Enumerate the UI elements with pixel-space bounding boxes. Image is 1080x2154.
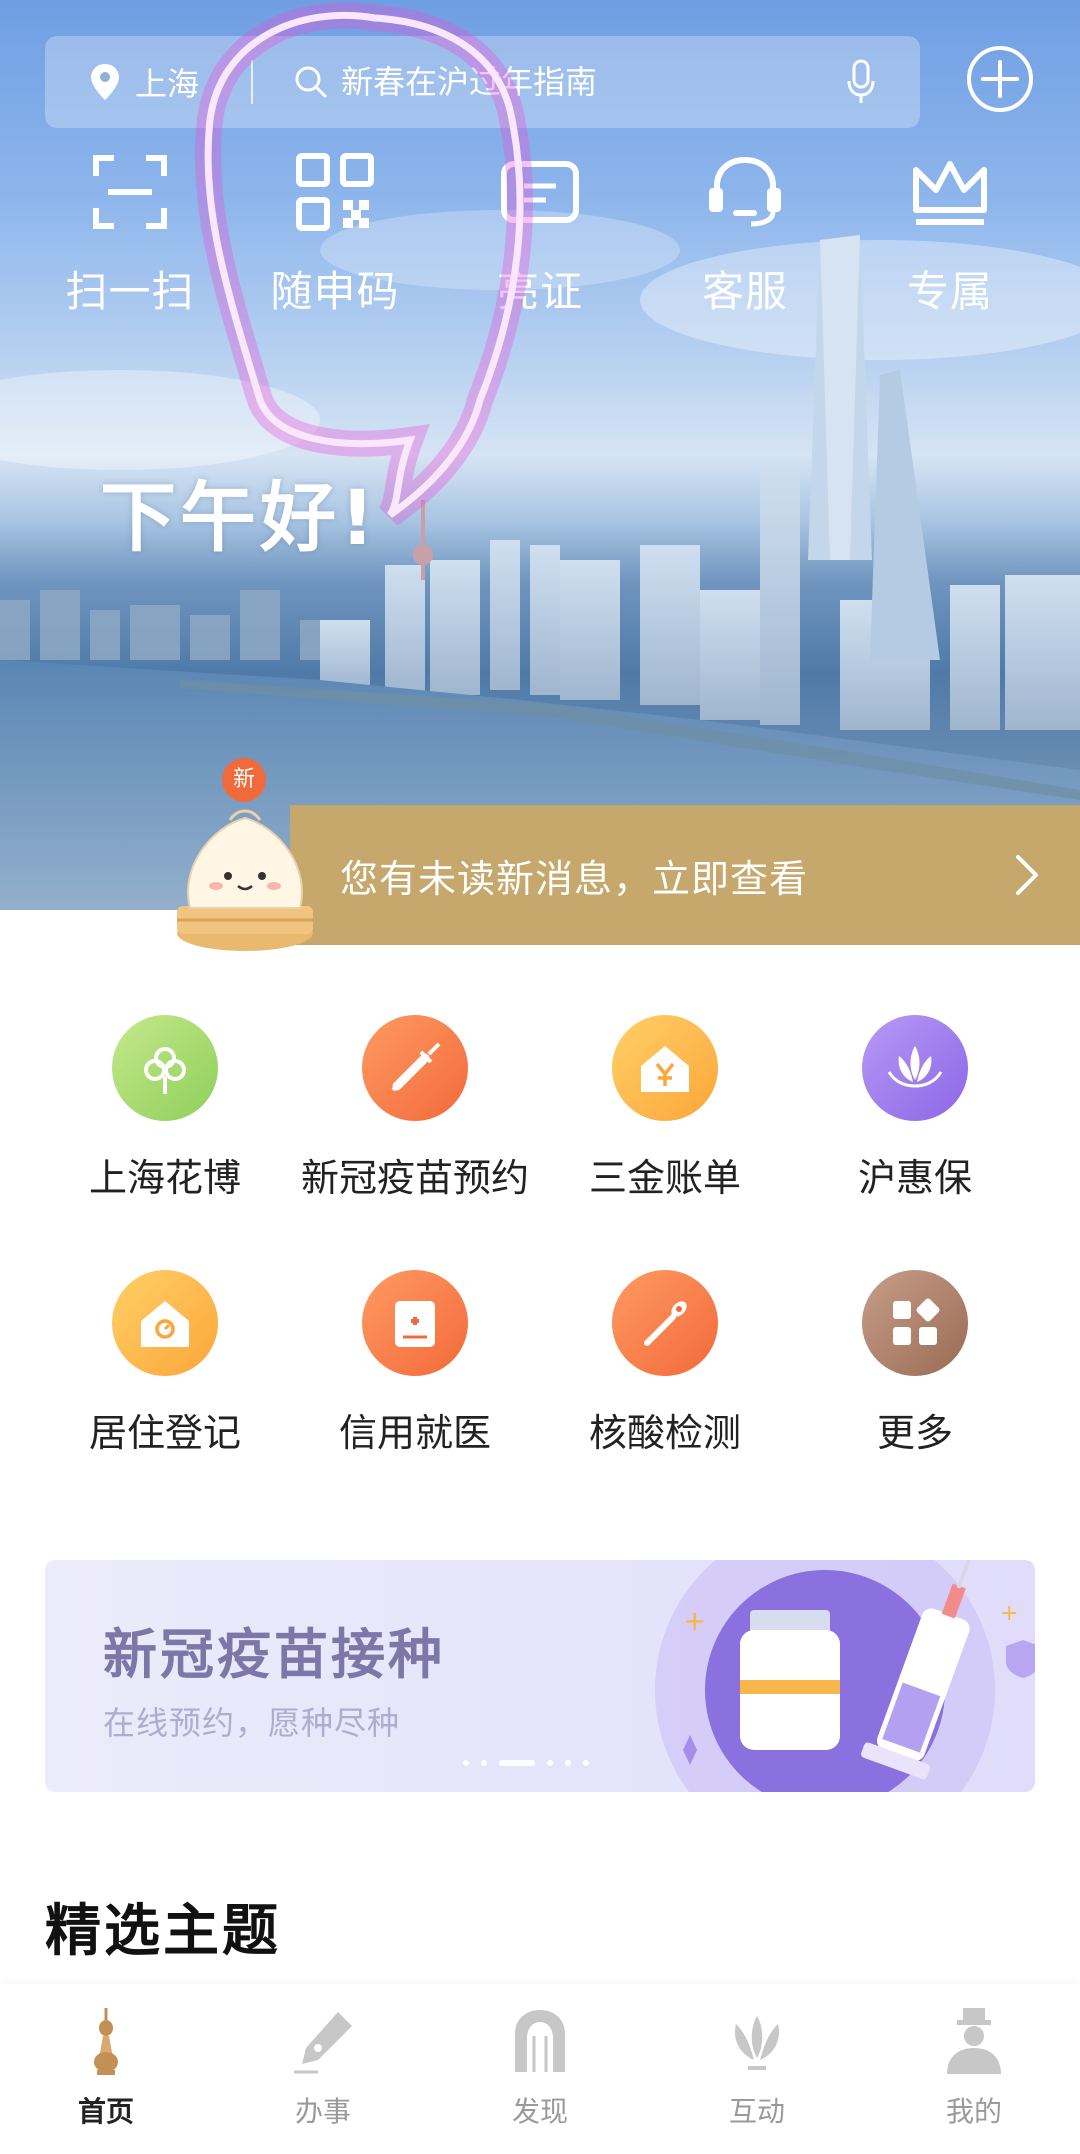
service-label: 新冠疫苗预约 <box>300 1156 529 1200</box>
service-huhuibao[interactable]: 沪惠保 <box>780 1015 1050 1202</box>
service-more[interactable]: 更多 <box>780 1270 1050 1457</box>
promo-subtitle: 在线预约，愿种尽种 <box>103 1704 401 1742</box>
quick-action-qr-code[interactable]: 随申码 <box>255 150 415 319</box>
nav-home[interactable]: 首页 <box>26 2006 186 2130</box>
crown-icon <box>913 161 987 225</box>
bottom-navigation: 首页 办事 发现 互动 我的 <box>0 1984 1080 2154</box>
nav-label: 我的 <box>945 2095 1002 2128</box>
id-card-icon <box>501 161 579 223</box>
service-icon-circle <box>612 1270 718 1376</box>
search-icon <box>295 66 327 98</box>
service-label: 核酸检测 <box>588 1411 741 1455</box>
vaccine-promo-banner[interactable]: 新冠疫苗接种 在线预约，愿种尽种 + + <box>45 1560 1035 1792</box>
search-divider <box>251 60 254 104</box>
quick-action-label: 随申码 <box>270 267 400 316</box>
home-tower-icon <box>94 2008 118 2075</box>
service-flower-expo[interactable]: 上海花博 <box>30 1015 300 1202</box>
nav-label: 办事 <box>294 2095 351 2128</box>
service-residence-registration[interactable]: 居住登记 <box>30 1270 300 1457</box>
city-skyline-image <box>0 210 1080 910</box>
hero-banner: 上海 扫一扫 <box>0 0 1080 910</box>
carousel-dots[interactable] <box>463 1760 589 1766</box>
service-icon-circle <box>362 1015 468 1121</box>
service-label: 信用就医 <box>338 1411 491 1455</box>
svg-text:+: + <box>683 1604 706 1637</box>
swab-test-icon <box>644 1301 687 1346</box>
quick-action-show-id[interactable]: 亮证 <box>460 150 620 319</box>
service-icon-circle <box>112 1270 218 1376</box>
pen-icon <box>294 2012 352 2074</box>
plus-icon[interactable] <box>965 44 1035 114</box>
carousel-dot[interactable] <box>481 1760 487 1766</box>
new-badge: 新 <box>222 758 266 802</box>
carousel-dot[interactable] <box>463 1760 469 1766</box>
quick-action-label: 亮证 <box>496 267 583 316</box>
nav-discover[interactable]: 发现 <box>460 2006 620 2130</box>
service-three-funds-bill[interactable]: 三金账单 <box>530 1015 800 1202</box>
location-pin-icon[interactable] <box>87 62 123 102</box>
flower-expo-icon <box>144 1047 186 1094</box>
service-icon-circle <box>612 1015 718 1121</box>
carousel-dot[interactable] <box>547 1760 553 1766</box>
carousel-dot[interactable] <box>565 1760 571 1766</box>
greeting-text: 下午好! <box>100 473 379 562</box>
scan-icon <box>93 155 167 229</box>
service-icon-circle <box>862 1015 968 1121</box>
search-bar[interactable]: 上海 <box>45 36 920 128</box>
interact-lotus-icon <box>734 2016 780 2070</box>
more-grid-icon <box>893 1298 940 1345</box>
medical-card-icon <box>395 1301 435 1347</box>
quick-action-label: 专属 <box>906 267 993 316</box>
nav-interact[interactable]: 互动 <box>677 2006 837 2130</box>
promo-title: 新冠疫苗接种 <box>103 1623 445 1686</box>
service-nucleic-test[interactable]: 核酸检测 <box>530 1270 800 1457</box>
nav-label: 发现 <box>511 2095 568 2128</box>
service-label: 三金账单 <box>588 1156 741 1200</box>
lotus-icon <box>887 1046 943 1088</box>
service-label: 上海花博 <box>88 1156 241 1200</box>
service-icon-circle <box>862 1270 968 1376</box>
nav-label: 首页 <box>77 2095 134 2128</box>
quick-action-customer-service[interactable]: 客服 <box>665 150 825 319</box>
section-title: 精选主题 <box>45 1899 281 1964</box>
service-label: 沪惠保 <box>857 1156 972 1200</box>
chevron-right-icon <box>1016 855 1038 895</box>
quick-action-label: 客服 <box>701 267 788 316</box>
unread-message-banner[interactable]: 您有未读新消息，立即查看 <box>290 805 1080 945</box>
headset-icon <box>709 156 781 227</box>
vaccine-illustration-icon: + + <box>655 1560 1035 1792</box>
discover-arch-icon <box>515 2010 565 2072</box>
search-input[interactable] <box>341 63 812 101</box>
syringe-icon <box>391 1042 441 1092</box>
service-icon-circle <box>112 1015 218 1121</box>
service-vaccine-booking[interactable]: 新冠疫苗预约 <box>280 1015 550 1202</box>
carousel-dot-active[interactable] <box>499 1760 535 1766</box>
service-icon-circle <box>362 1270 468 1376</box>
svg-text:+: + <box>1000 1601 1018 1626</box>
nav-services[interactable]: 办事 <box>243 2006 403 2130</box>
location-text[interactable]: 上海 <box>135 59 199 105</box>
microphone-icon[interactable] <box>846 59 876 105</box>
service-credit-medical[interactable]: 信用就医 <box>280 1270 550 1457</box>
service-label: 居住登记 <box>88 1411 241 1455</box>
quick-action-scan[interactable]: 扫一扫 <box>50 150 210 319</box>
message-banner-text: 您有未读新消息，立即查看 <box>340 856 809 901</box>
service-label: 更多 <box>876 1411 953 1455</box>
qr-code-icon <box>296 153 374 231</box>
carousel-dot[interactable] <box>583 1760 589 1766</box>
profile-icon <box>947 2008 1001 2074</box>
home-register-icon <box>141 1301 189 1347</box>
quick-action-label: 扫一扫 <box>65 267 195 316</box>
nav-profile[interactable]: 我的 <box>894 2006 1054 2130</box>
nav-label: 互动 <box>728 2095 785 2128</box>
quick-action-exclusive[interactable]: 专属 <box>870 150 1030 319</box>
yen-house-icon <box>641 1046 689 1092</box>
